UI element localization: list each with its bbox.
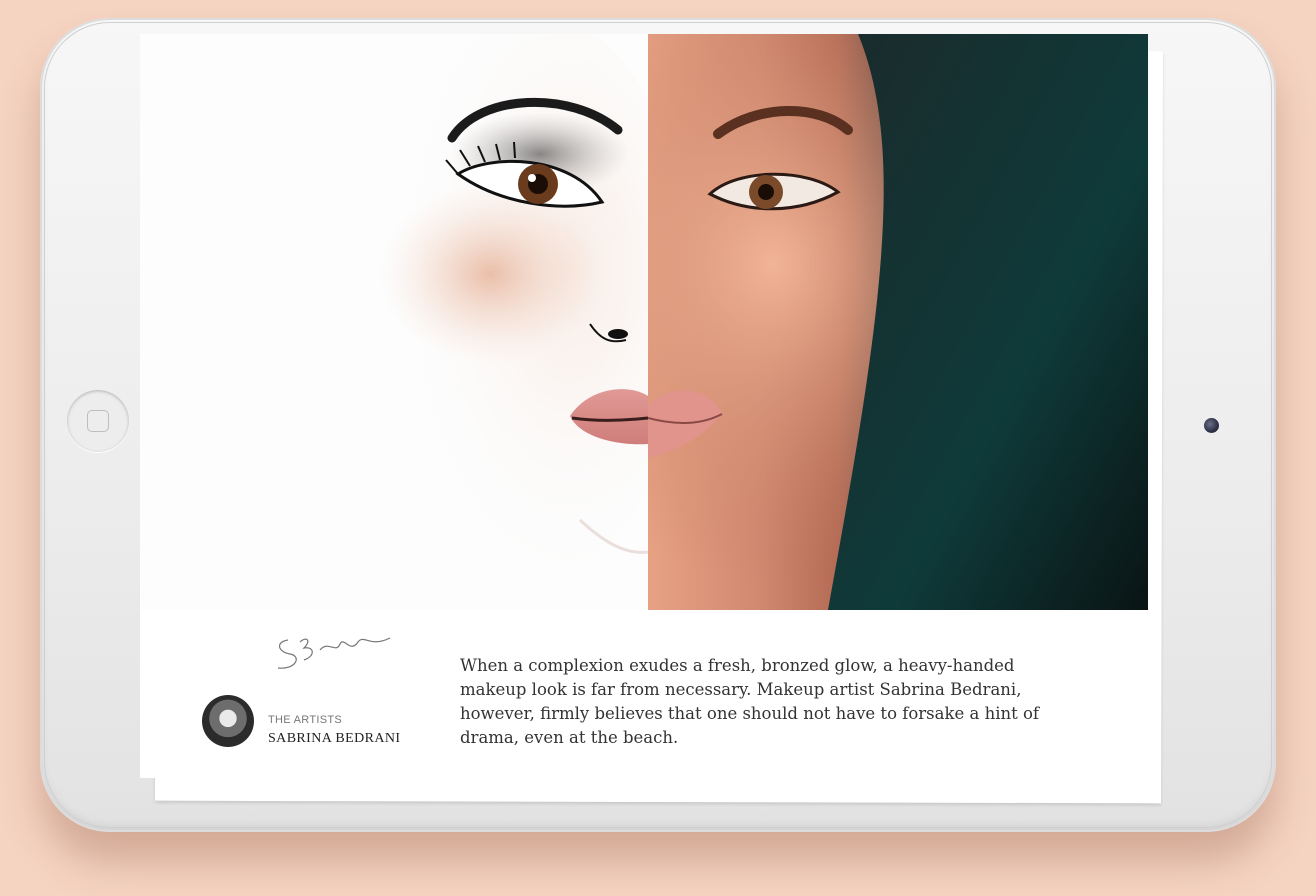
model-photo (647, 34, 1148, 610)
home-square-icon (87, 410, 109, 432)
artist-info-section: THE ARTISTS SABRINA BEDRANI When a compl… (140, 610, 1148, 778)
hero-image (140, 34, 1148, 610)
artists-label: THE ARTISTS (268, 714, 342, 726)
front-camera-icon (1204, 418, 1219, 433)
home-button[interactable] (67, 390, 129, 452)
artist-avatar (202, 695, 254, 747)
artist-signature-image (277, 637, 391, 669)
article-description: When a complexion exudes a fresh, bronze… (460, 656, 1040, 747)
artist-name: SABRINA BEDRANI (268, 731, 401, 746)
makeup-illustration (140, 34, 690, 610)
tablet-screen: THE ARTISTS SABRINA BEDRANI When a compl… (140, 34, 1148, 778)
